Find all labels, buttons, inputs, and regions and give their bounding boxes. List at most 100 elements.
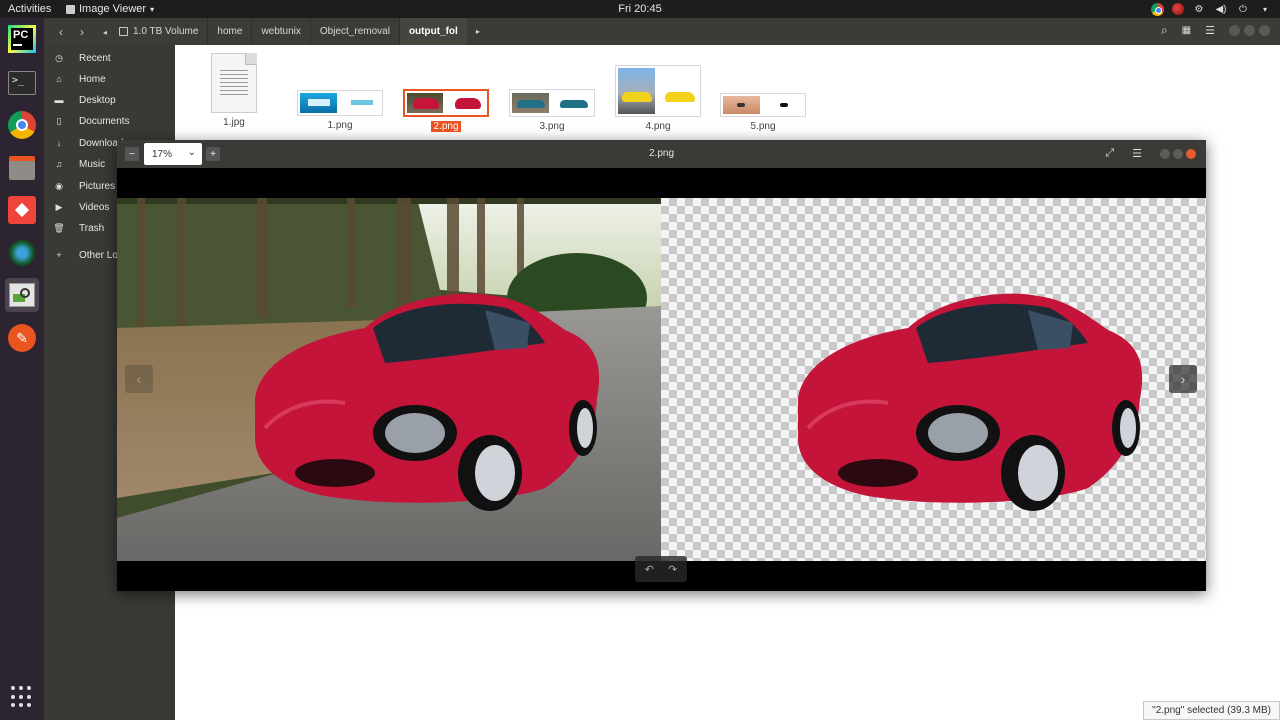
rotate-left-icon[interactable]: ↶ xyxy=(645,563,654,576)
chevron-down-icon: ▾ xyxy=(150,4,155,14)
app-tray-icon[interactable] xyxy=(1172,3,1184,15)
file-item[interactable]: 4.png xyxy=(615,65,701,132)
sidebar-item-label: Documents xyxy=(79,115,130,127)
clock[interactable]: Fri 20:45 xyxy=(618,3,661,15)
viewer-headerbar: − 17% ⌄ + 2.png ⤢ ☰ xyxy=(117,140,1206,168)
camera-icon: ◉ xyxy=(55,180,63,191)
fullscreen-icon[interactable]: ⤢ xyxy=(1105,147,1114,160)
rotate-toolbar: ↶ ↷ xyxy=(635,556,687,582)
breadcrumb-object-removal[interactable]: Object_removal xyxy=(309,18,399,45)
dock: PC >_ ✎ xyxy=(0,18,44,720)
clock-icon: ◷ xyxy=(55,52,63,63)
file-item[interactable]: 5.png xyxy=(720,93,806,132)
forward-button[interactable]: › xyxy=(73,23,91,41)
chrome-icon[interactable] xyxy=(5,108,39,142)
power-icon[interactable]: ⏻ xyxy=(1236,2,1250,16)
video-icon: ▶ xyxy=(55,201,63,212)
next-image-button[interactable]: › xyxy=(1169,365,1197,393)
file-name: 1.png xyxy=(327,120,353,131)
file-name: 4.png xyxy=(645,121,671,132)
sidebar-item-label: Recent xyxy=(79,52,111,64)
chevron-down-icon[interactable]: ▾ xyxy=(1258,2,1272,16)
file-item[interactable]: 1.png xyxy=(297,90,383,131)
music-icon: ♫ xyxy=(55,159,63,169)
file-item-selected[interactable]: 2.png xyxy=(403,89,489,132)
camera-icon[interactable] xyxy=(5,236,39,270)
image-thumbnail xyxy=(509,89,595,117)
minimize-button[interactable] xyxy=(1160,148,1170,159)
breadcrumb: 1.0 TB Volume home webtunix Object_remov… xyxy=(110,18,489,45)
plus-icon: + xyxy=(56,250,62,260)
sidebar-item-label: Videos xyxy=(79,201,110,213)
sidebar-item-label: Music xyxy=(79,158,106,170)
file-name: 5.png xyxy=(750,121,776,132)
view-options-icon[interactable]: ▦ xyxy=(1182,25,1191,36)
drive-icon xyxy=(119,27,128,36)
file-name: 1.jpg xyxy=(223,117,245,128)
show-applications-icon[interactable] xyxy=(11,686,33,708)
terminal-icon[interactable]: >_ xyxy=(5,66,39,100)
system-tray: ⚙ ◀) ⏻ ▾ xyxy=(1151,2,1272,16)
menu-icon[interactable]: ☰ xyxy=(1205,24,1215,37)
status-bar: "2.png" selected (39.3 MB) xyxy=(1143,701,1280,720)
home-icon: ⌂ xyxy=(56,74,62,84)
minimize-button[interactable] xyxy=(1229,25,1240,36)
app-menu[interactable]: Image Viewer ▾ xyxy=(66,3,154,15)
activities-button[interactable]: Activities xyxy=(8,3,51,15)
network-icon[interactable]: ⚙ xyxy=(1192,2,1206,16)
image-thumbnail xyxy=(403,89,489,117)
breadcrumb-webtunix[interactable]: webtunix xyxy=(251,18,309,45)
image-viewer-icon[interactable] xyxy=(5,278,39,312)
close-button[interactable] xyxy=(1259,25,1270,36)
sidebar-item-label: Desktop xyxy=(79,94,116,106)
maximize-button[interactable] xyxy=(1244,25,1255,36)
image-thumbnail xyxy=(615,65,701,117)
sidebar-item-recent[interactable]: ◷ Recent xyxy=(44,48,175,68)
breadcrumb-right-arrow[interactable]: ▸ xyxy=(467,18,489,45)
app-menu-label: Image Viewer xyxy=(79,3,147,15)
files-headerbar: ‹ › ◂ 1.0 TB Volume home webtunix Object… xyxy=(44,18,1280,45)
sidebar-item-label: Pictures xyxy=(79,180,116,192)
file-name: 2.png xyxy=(431,121,461,132)
inkscape-icon[interactable]: ✎ xyxy=(5,321,39,355)
sidebar-item-documents[interactable]: ▯ Documents xyxy=(44,111,175,131)
background-removed-photo xyxy=(661,198,1206,561)
search-icon[interactable]: ⌕ xyxy=(1161,23,1168,38)
document-icon: ▯ xyxy=(56,115,62,126)
folder-icon: ▬ xyxy=(54,95,64,105)
sidebar-item-home[interactable]: ⌂ Home xyxy=(44,69,175,89)
breadcrumb-output-fol[interactable]: output_fol xyxy=(398,18,467,45)
breadcrumb-home[interactable]: home xyxy=(207,18,251,45)
file-item[interactable]: 3.png xyxy=(509,89,595,132)
file-manager-icon[interactable] xyxy=(5,151,39,185)
document-thumbnail xyxy=(211,53,257,113)
car-photo-illustration xyxy=(117,198,661,561)
viewer-title: 2.png xyxy=(648,148,675,159)
gear-menu-icon[interactable]: ☰ xyxy=(1132,147,1142,160)
sidebar-item-desktop[interactable]: ▬ Desktop xyxy=(44,90,175,110)
breadcrumb-volume[interactable]: 1.0 TB Volume xyxy=(110,18,207,45)
breadcrumb-label: 1.0 TB Volume xyxy=(133,26,199,37)
top-bar: Activities Image Viewer ▾ Fri 20:45 ⚙ ◀)… xyxy=(0,0,1280,18)
rotate-right-icon[interactable]: ↷ xyxy=(668,563,677,576)
image-viewer-window: − 17% ⌄ + 2.png ⤢ ☰ ‹ › ↶ ↷ xyxy=(117,140,1206,591)
file-name: 3.png xyxy=(539,121,565,132)
original-photo xyxy=(117,198,661,561)
image-viewer-app-icon xyxy=(66,4,75,14)
sidebar-item-label: Trash xyxy=(79,222,105,234)
maximize-button[interactable] xyxy=(1173,148,1183,159)
anydesk-icon[interactable] xyxy=(5,193,39,227)
car-cutout-illustration xyxy=(798,293,1143,511)
download-icon: ↓ xyxy=(56,138,62,148)
image-thumbnail xyxy=(720,93,806,117)
close-button[interactable] xyxy=(1186,148,1196,159)
file-item[interactable]: 1.jpg xyxy=(209,53,259,128)
chrome-tray-icon[interactable] xyxy=(1151,2,1164,16)
pycharm-icon[interactable]: PC xyxy=(5,22,39,56)
sidebar-item-label: Home xyxy=(79,73,106,85)
image-thumbnail xyxy=(297,90,383,116)
volume-icon[interactable]: ◀) xyxy=(1214,2,1228,16)
image-canvas[interactable]: ‹ › ↶ ↷ xyxy=(117,168,1206,591)
previous-image-button[interactable]: ‹ xyxy=(125,365,153,393)
back-button[interactable]: ‹ xyxy=(52,23,70,41)
